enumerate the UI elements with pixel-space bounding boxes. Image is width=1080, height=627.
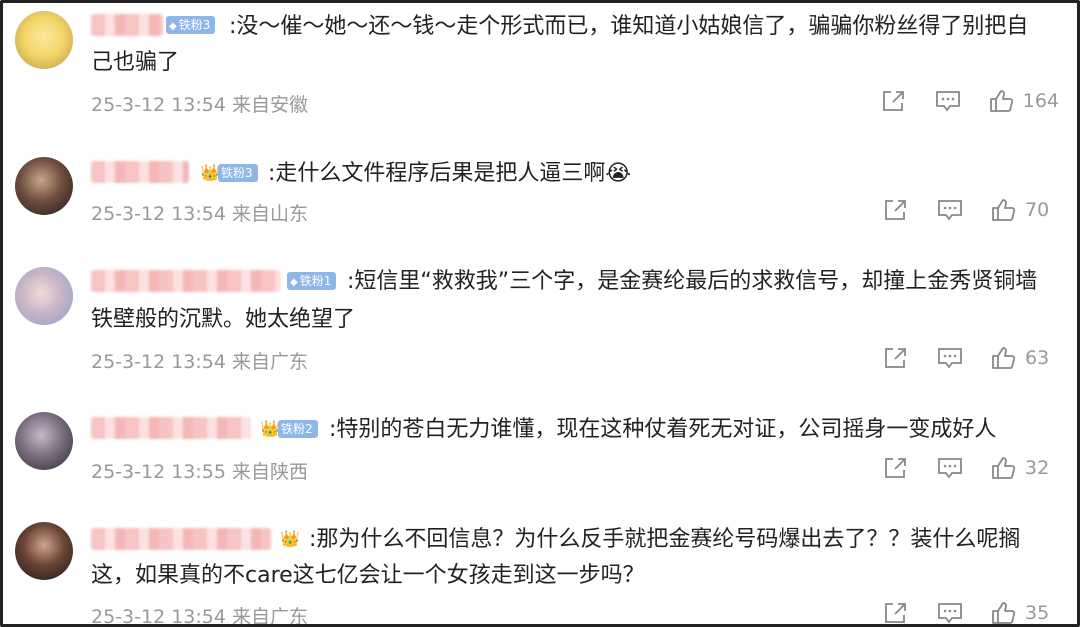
comment-icon[interactable] [937,346,963,370]
like-icon[interactable] [991,601,1017,624]
share-icon[interactable] [883,198,909,222]
avatar[interactable] [15,267,73,325]
comment-actions: 164 [881,89,1059,113]
username[interactable] [91,417,251,439]
like-count: 35 [1025,602,1050,624]
comment-text: :短信里“救救我”三个字，是金赛纶最后的求救信号，却撞上金秀贤铜墙 [347,269,1038,294]
comment-meta: 25-3-12 13:54 来自广东 [91,351,308,373]
like-icon[interactable] [991,346,1017,370]
fan-badge[interactable]: ◆ 铁粉3 [166,16,216,34]
share-icon[interactable] [883,346,909,370]
comment-text: :没～催～她～还～钱～走个形式而已，谁知道小姑娘信了，骗骗你粉丝得了别把自 [229,14,1029,39]
username[interactable] [91,528,271,550]
comment-icon[interactable] [937,456,963,480]
comment-meta: 25-3-12 13:54 来自安徽 [91,94,308,116]
crown-icon[interactable]: 👑 [279,529,301,549]
comment-icon[interactable] [937,198,963,222]
comment-item: 👑 铁粉3 :走什么文件程序后果是把人逼三啊😭 25-3-12 13:54 来自… [3,153,1077,253]
comment-text: :特别的苍白无力谁懂，现在这种仗着死无对证，公司摇身一变成好人 [329,417,997,442]
like-count: 164 [1022,90,1059,112]
comment-icon[interactable] [935,89,961,113]
avatar[interactable] [15,157,73,215]
comment-item: 👑 :那为什么不回信息？为什么反手就把金赛纶号码爆出去了？？装什么呢搁 这，如果… [3,518,1077,627]
comment-item: ◆ 铁粉3 :没～催～她～还～钱～走个形式而已，谁知道小姑娘信了，骗骗你粉丝得了别… [3,3,1077,133]
comment-item: ◆ 铁粉1 :短信里“救救我”三个字，是金赛纶最后的求救信号，却撞上金秀贤铜墙 铁… [3,261,1077,391]
like-count: 70 [1025,199,1050,221]
comment-list: ◆ 铁粉3 :没～催～她～还～钱～走个形式而已，谁知道小姑娘信了，骗骗你粉丝得了别… [0,0,1080,627]
avatar[interactable] [15,412,73,470]
diamond-icon: ◆ [290,277,298,288]
username[interactable] [91,161,189,183]
username[interactable] [91,14,163,36]
comment-actions: 32 [883,456,1059,480]
comment-item: 👑 铁粉2 :特别的苍白无力谁懂，现在这种仗着死无对证，公司摇身一变成好人 25… [3,408,1077,508]
comment-meta: 25-3-12 13:54 来自广东 [91,606,308,627]
like-icon[interactable] [991,456,1017,480]
avatar[interactable] [15,522,73,580]
like-icon[interactable] [989,89,1015,113]
comment-text: 己也骗了 [91,50,180,75]
comment-actions: 70 [883,198,1059,222]
share-icon[interactable] [883,601,909,624]
comment-meta: 25-3-12 13:54 来自山东 [91,203,308,225]
fan-badge[interactable]: 👑 铁粉2 [259,419,318,439]
comment-actions: 35 [883,601,1059,624]
share-icon[interactable] [881,89,907,113]
avatar[interactable] [15,11,73,69]
comment-text: :走什么文件程序后果是把人逼三啊😭 [268,161,632,186]
share-icon[interactable] [883,456,909,480]
comment-text: 铁壁般的沉默。她太绝望了 [91,307,356,332]
comment-text: 这，如果真的不care这七亿会让一个女孩走到这一步吗？ [91,563,645,588]
comment-meta: 25-3-12 13:55 来自陕西 [91,461,308,483]
fan-badge[interactable]: ◆ 铁粉1 [287,272,337,290]
like-icon[interactable] [991,198,1017,222]
username[interactable] [91,270,281,292]
fan-badge[interactable]: 👑 铁粉3 [199,163,258,183]
comment-text: :那为什么不回信息？为什么反手就把金赛纶号码爆出去了？？装什么呢搁 [309,527,1021,552]
comment-icon[interactable] [937,601,963,624]
diamond-icon: ◆ [169,21,177,32]
comment-actions: 63 [883,346,1059,370]
like-count: 32 [1025,457,1050,479]
like-count: 63 [1025,347,1050,369]
